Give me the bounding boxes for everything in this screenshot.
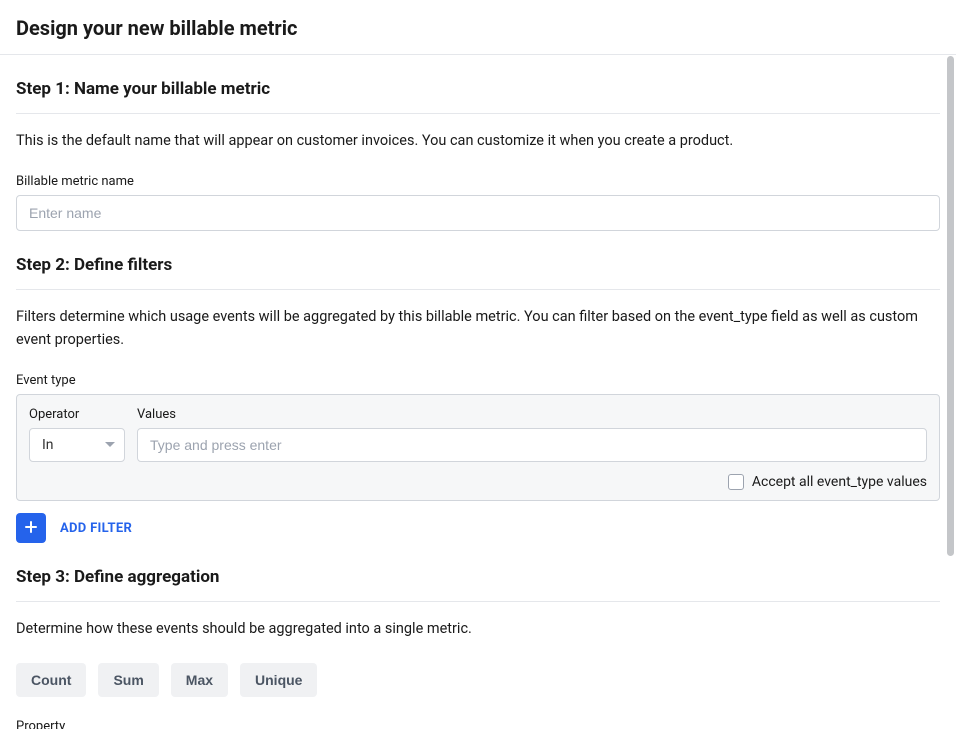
aggregation-options: Count Sum Max Unique: [16, 663, 940, 697]
values-label: Values: [137, 407, 927, 422]
billable-metric-name-label: Billable metric name: [16, 174, 940, 189]
step3-title: Step 3: Define aggregation: [16, 567, 940, 602]
property-label: Property: [16, 719, 940, 729]
step1-title: Step 1: Name your billable metric: [16, 79, 940, 114]
event-type-label: Event type: [16, 373, 940, 388]
scrollbar[interactable]: [947, 56, 954, 556]
values-column: Values: [137, 407, 927, 462]
add-filter-label[interactable]: ADD FILTER: [60, 521, 132, 536]
operator-select-wrap: In: [29, 428, 125, 462]
add-filter-button[interactable]: [16, 513, 46, 543]
operator-select[interactable]: In: [29, 428, 125, 462]
billable-metric-name-input[interactable]: [16, 195, 940, 231]
add-filter-row: ADD FILTER: [16, 513, 940, 543]
step1-desc: This is the default name that will appea…: [16, 130, 940, 152]
operator-column: Operator In: [29, 407, 125, 462]
page-header: Design your new billable metric: [0, 0, 956, 55]
filter-row: Operator In Values: [29, 407, 927, 462]
step3-section: Step 3: Define aggregation Determine how…: [16, 543, 940, 729]
agg-count-button[interactable]: Count: [16, 663, 86, 697]
step2-section: Step 2: Define filters Filters determine…: [16, 231, 940, 543]
step3-desc: Determine how these events should be agg…: [16, 618, 940, 640]
values-input[interactable]: [137, 428, 927, 462]
step2-title: Step 2: Define filters: [16, 255, 940, 290]
step2-desc: Filters determine which usage events wil…: [16, 306, 940, 351]
agg-sum-button[interactable]: Sum: [98, 663, 158, 697]
agg-unique-button[interactable]: Unique: [240, 663, 317, 697]
event-type-filter-box: Operator In Values: [16, 394, 940, 501]
agg-max-button[interactable]: Max: [171, 663, 228, 697]
accept-all-checkbox[interactable]: [728, 474, 744, 490]
content-area: Step 1: Name your billable metric This i…: [0, 55, 956, 729]
step1-section: Step 1: Name your billable metric This i…: [16, 55, 940, 231]
accept-all-label: Accept all event_type values: [752, 474, 927, 490]
page-title: Design your new billable metric: [16, 16, 940, 40]
accept-all-row: Accept all event_type values: [29, 474, 927, 490]
operator-selected-value: In: [42, 437, 54, 453]
plus-icon: [24, 520, 38, 537]
operator-label: Operator: [29, 407, 125, 422]
